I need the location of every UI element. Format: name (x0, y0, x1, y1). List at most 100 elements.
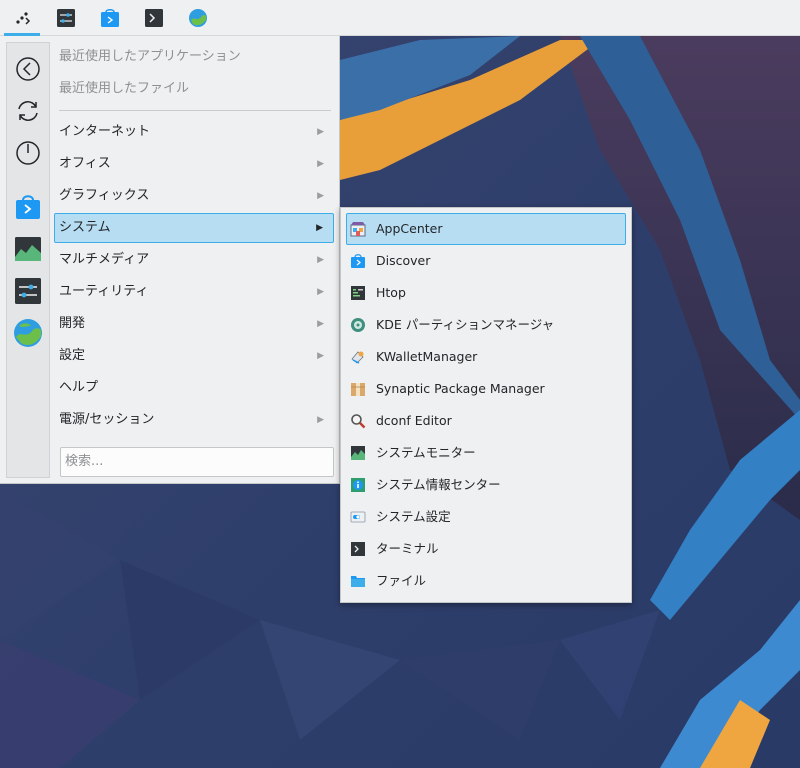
app-label: システム設定 (376, 509, 451, 524)
category-label: グラフィックス (59, 188, 150, 203)
power-icon (16, 141, 40, 165)
back-icon (16, 57, 40, 81)
browser-icon (14, 319, 42, 347)
system-monitor-icon (15, 237, 41, 261)
htop-icon (350, 285, 366, 301)
back-button[interactable] (12, 53, 44, 85)
submenu-arrow-icon: ▶ (316, 223, 323, 233)
category-multimedia[interactable]: マルチメディア ▶ (54, 245, 334, 275)
category-power-session[interactable]: 電源/セッション ▶ (54, 405, 334, 435)
app-htop[interactable]: Htop (346, 277, 626, 309)
favorite-web-browser[interactable] (12, 317, 44, 349)
app-label: KWalletManager (376, 349, 478, 364)
synaptic-icon (350, 381, 366, 397)
category-label: インターネット (59, 124, 151, 139)
app-dconf-editor[interactable]: dconf Editor (346, 405, 626, 437)
app-appcenter[interactable]: AppCenter (346, 213, 626, 245)
category-utilities[interactable]: ユーティリティ ▶ (54, 277, 334, 307)
recent-files[interactable]: 最近使用したファイル (54, 74, 334, 104)
app-label: KDE パーティションマネージャ (376, 317, 555, 332)
app-label: システムモニター (376, 445, 476, 460)
system-monitor-icon (350, 445, 366, 461)
app-label: Discover (376, 253, 431, 268)
terminal-icon (350, 541, 366, 557)
taskbar-terminal[interactable] (134, 2, 174, 34)
app-terminal[interactable]: ターミナル (346, 533, 626, 565)
store-icon (16, 195, 40, 219)
system-submenu: AppCenter Discover Htop KDE パーティションマネージャ… (340, 207, 632, 603)
app-system-settings[interactable]: システム設定 (346, 501, 626, 533)
web-browser-icon (189, 9, 207, 27)
recent-files-label: 最近使用したファイル (59, 81, 190, 96)
app-label: ターミナル (376, 541, 439, 556)
system-settings-icon (57, 9, 75, 27)
category-graphics[interactable]: グラフィックス ▶ (54, 181, 334, 211)
submenu-arrow-icon: ▶ (317, 127, 324, 137)
application-launcher-icon (16, 12, 31, 25)
app-label: Synaptic Package Manager (376, 381, 545, 396)
power-button[interactable] (12, 137, 44, 169)
category-label: ユーティリティ (59, 284, 149, 299)
terminal-icon (145, 9, 163, 27)
category-office[interactable]: オフィス ▶ (54, 149, 334, 179)
menu-sidebar (6, 42, 50, 478)
category-label: システム (59, 220, 111, 235)
top-panel (0, 0, 800, 36)
application-menu: 最近使用したアプリケーション 最近使用したファイル インターネット ▶ オフィス… (0, 36, 340, 484)
submenu-arrow-icon: ▶ (317, 159, 324, 169)
app-label: dconf Editor (376, 413, 452, 428)
submenu-arrow-icon: ▶ (317, 319, 324, 329)
taskbar-discover[interactable] (90, 2, 130, 34)
info-center-icon (350, 477, 366, 493)
category-label: ヘルプ (59, 380, 99, 395)
favorite-system-monitor[interactable] (12, 233, 44, 265)
submenu-arrow-icon: ▶ (317, 415, 324, 425)
settings-icon (15, 278, 41, 304)
refresh-icon (18, 101, 38, 121)
app-label: AppCenter (376, 221, 443, 236)
app-kwalletmanager[interactable]: KWalletManager (346, 341, 626, 373)
discover-icon (350, 253, 366, 269)
appcenter-icon (350, 221, 366, 237)
app-files[interactable]: ファイル (346, 565, 626, 597)
folder-icon (350, 573, 366, 589)
app-discover[interactable]: Discover (346, 245, 626, 277)
taskbar-web-browser[interactable] (178, 2, 218, 34)
category-label: オフィス (59, 156, 111, 171)
recent-applications-label: 最近使用したアプリケーション (59, 49, 241, 64)
search-placeholder: 検索... (65, 454, 104, 469)
submenu-arrow-icon: ▶ (317, 191, 324, 201)
discover-store-icon (101, 9, 119, 27)
app-label: システム情報センター (376, 477, 501, 492)
app-label: ファイル (376, 573, 427, 588)
category-system[interactable]: システム ▶ (54, 213, 334, 243)
favorite-discover[interactable] (12, 191, 44, 223)
app-label: Htop (376, 285, 406, 300)
favorite-system-settings[interactable] (12, 275, 44, 307)
menu-separator (59, 110, 331, 111)
taskbar-system-settings[interactable] (46, 2, 86, 34)
app-info-center[interactable]: システム情報センター (346, 469, 626, 501)
category-settings[interactable]: 設定 ▶ (54, 341, 334, 371)
refresh-button[interactable] (12, 95, 44, 127)
app-system-monitor[interactable]: システムモニター (346, 437, 626, 469)
search-input[interactable]: 検索... (60, 447, 334, 477)
category-help[interactable]: ヘルプ (54, 373, 334, 403)
category-label: 電源/セッション (59, 412, 155, 427)
submenu-arrow-icon: ▶ (317, 351, 324, 361)
category-development[interactable]: 開発 ▶ (54, 309, 334, 339)
category-label: 開発 (59, 316, 86, 331)
dconf-editor-icon (350, 413, 366, 429)
recent-applications[interactable]: 最近使用したアプリケーション (54, 42, 334, 72)
category-internet[interactable]: インターネット ▶ (54, 117, 334, 147)
submenu-arrow-icon: ▶ (317, 287, 324, 297)
application-launcher-button[interactable] (2, 2, 42, 36)
submenu-arrow-icon: ▶ (317, 255, 324, 265)
category-label: マルチメディア (59, 252, 150, 267)
category-label: 設定 (59, 348, 86, 363)
system-settings-icon (350, 509, 366, 525)
partition-manager-icon (350, 317, 366, 333)
kwallet-icon (350, 349, 366, 365)
app-synaptic[interactable]: Synaptic Package Manager (346, 373, 626, 405)
app-partition-manager[interactable]: KDE パーティションマネージャ (346, 309, 626, 341)
